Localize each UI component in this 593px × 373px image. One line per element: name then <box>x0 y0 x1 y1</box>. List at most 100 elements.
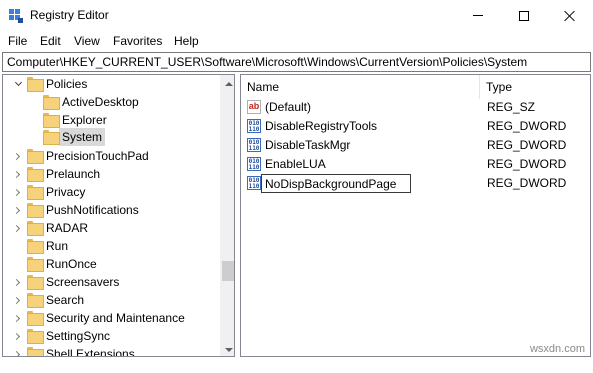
folder-icon <box>43 95 60 110</box>
folder-icon <box>27 329 44 344</box>
value-type: REG_DWORD <box>487 157 567 171</box>
tree-item-security-and-maintenance[interactable]: Security and Maintenance <box>3 309 219 327</box>
menu-help[interactable]: Help <box>174 34 199 48</box>
minimize-icon <box>473 15 483 16</box>
tree-item-label: Shell Extensions <box>46 347 135 357</box>
value-row[interactable]: 010 110 DisableRegistryTools REG_DWORD <box>241 117 590 136</box>
folder-icon <box>27 185 44 200</box>
column-header-type[interactable]: Type <box>480 75 590 99</box>
scroll-thumb[interactable] <box>222 261 234 281</box>
tree-item-screensavers[interactable]: Screensavers <box>3 273 219 291</box>
watermark: wsxdn.com <box>529 343 585 355</box>
binary-value-icon: 010 110 <box>247 119 261 133</box>
tree-scrollbar[interactable] <box>220 75 234 356</box>
tree-item-search[interactable]: Search <box>3 291 219 309</box>
column-header-name[interactable]: Name <box>241 75 479 99</box>
scroll-up-button[interactable] <box>220 75 234 92</box>
chevron-right-icon[interactable] <box>11 223 21 233</box>
chevron-right-icon[interactable] <box>11 313 21 323</box>
maximize-button[interactable] <box>501 0 547 31</box>
triangle-up-icon <box>224 81 233 86</box>
tree-item-label: Policies <box>46 77 88 91</box>
chevron-right-icon[interactable] <box>11 331 21 341</box>
close-icon <box>564 10 576 22</box>
binary-value-icon: 010 110 <box>247 157 261 171</box>
value-row[interactable]: 010 110 EnableLUA REG_DWORD <box>241 155 590 174</box>
chevron-down-icon[interactable] <box>13 79 23 89</box>
tree-item-label: Screensavers <box>46 275 120 289</box>
address-bar[interactable]: Computer\HKEY_CURRENT_USER\Software\Micr… <box>2 52 591 72</box>
tree-item-runonce[interactable]: RunOnce <box>3 255 219 273</box>
value-type: REG_DWORD <box>487 119 567 133</box>
binary-value-icon: 010 110 <box>247 176 261 190</box>
tree-item-system[interactable]: System <box>3 128 219 146</box>
tree-item-shell-extensions[interactable]: Shell Extensions <box>3 345 219 357</box>
window-title: Registry Editor <box>30 8 109 22</box>
tree-item-precisiontouchpad[interactable]: PrecisionTouchPad <box>3 147 219 165</box>
tree-item-label: Search <box>46 293 85 307</box>
value-type: REG_SZ <box>487 100 536 114</box>
value-name: DisableTaskMgr <box>265 138 351 152</box>
status-bar <box>0 357 593 373</box>
tree-item-radar[interactable]: RADAR <box>3 219 219 237</box>
tree-item-label: Security and Maintenance <box>46 311 185 325</box>
folder-icon <box>27 347 44 356</box>
triangle-down-icon <box>224 347 233 352</box>
maximize-icon <box>519 10 529 21</box>
key-tree[interactable]: Policies ActiveDesktop Explorer System P… <box>2 74 235 357</box>
folder-icon <box>27 167 44 182</box>
tree-item-label: SettingSync <box>46 329 111 343</box>
tree-item-label: Explorer <box>62 113 107 127</box>
chevron-right-icon[interactable] <box>11 169 21 179</box>
menu-file[interactable]: File <box>8 34 27 48</box>
rename-input[interactable]: NoDispBackgroundPage <box>261 174 411 193</box>
tree-item-explorer[interactable]: Explorer <box>3 111 219 129</box>
tree-item-label: RunOnce <box>46 257 97 271</box>
value-name: DisableRegistryTools <box>265 119 378 133</box>
tree-item-label: Prelaunch <box>46 167 101 181</box>
tree-item-label: PrecisionTouchPad <box>46 149 149 163</box>
tree-item-label: RADAR <box>46 221 89 235</box>
menu-edit[interactable]: Edit <box>40 34 61 48</box>
folder-icon <box>27 293 44 308</box>
scroll-down-button[interactable] <box>220 341 234 356</box>
value-type: REG_DWORD <box>487 138 567 152</box>
tree-item-activedesktop[interactable]: ActiveDesktop <box>3 93 219 111</box>
folder-icon <box>27 257 44 272</box>
folder-icon <box>43 130 60 145</box>
values-list[interactable]: Name Type ab (Default) REG_SZ 010 110 Dis… <box>240 74 591 357</box>
folder-icon <box>27 239 44 254</box>
tree-item-pushnotifications[interactable]: PushNotifications <box>3 201 219 219</box>
value-row[interactable]: 010 110 NoDispBackgroundPage REG_DWORD <box>241 174 590 193</box>
value-name: EnableLUA <box>265 157 326 171</box>
folder-icon <box>27 275 44 290</box>
folder-icon <box>43 113 60 128</box>
chevron-right-icon[interactable] <box>11 277 21 287</box>
value-type: REG_DWORD <box>487 176 567 190</box>
tree-item-prelaunch[interactable]: Prelaunch <box>3 165 219 183</box>
tree-item-settingsync[interactable]: SettingSync <box>3 327 219 345</box>
folder-icon <box>27 221 44 236</box>
folder-icon <box>27 149 44 164</box>
tree-item-label: System <box>62 130 103 144</box>
folder-icon <box>27 203 44 218</box>
menu-bar: File Edit View Favorites Help <box>0 31 593 51</box>
tree-item-label: Run <box>46 239 69 253</box>
value-row[interactable]: ab (Default) REG_SZ <box>241 98 590 117</box>
minimize-button[interactable] <box>455 0 501 31</box>
tree-item-label: ActiveDesktop <box>62 95 139 109</box>
chevron-right-icon[interactable] <box>11 151 21 161</box>
registry-editor-icon <box>9 9 23 23</box>
tree-item-privacy[interactable]: Privacy <box>3 183 219 201</box>
tree-item-policies[interactable]: Policies <box>3 75 219 93</box>
chevron-right-icon[interactable] <box>11 187 21 197</box>
value-row[interactable]: 010 110 DisableTaskMgr REG_DWORD <box>241 136 590 155</box>
chevron-right-icon[interactable] <box>11 295 21 305</box>
folder-icon <box>27 311 44 326</box>
tree-item-run[interactable]: Run <box>3 237 219 255</box>
menu-favorites[interactable]: Favorites <box>113 34 162 48</box>
chevron-right-icon[interactable] <box>11 205 21 215</box>
menu-view[interactable]: View <box>74 34 100 48</box>
close-button[interactable] <box>547 0 593 31</box>
chevron-right-icon[interactable] <box>11 349 21 356</box>
